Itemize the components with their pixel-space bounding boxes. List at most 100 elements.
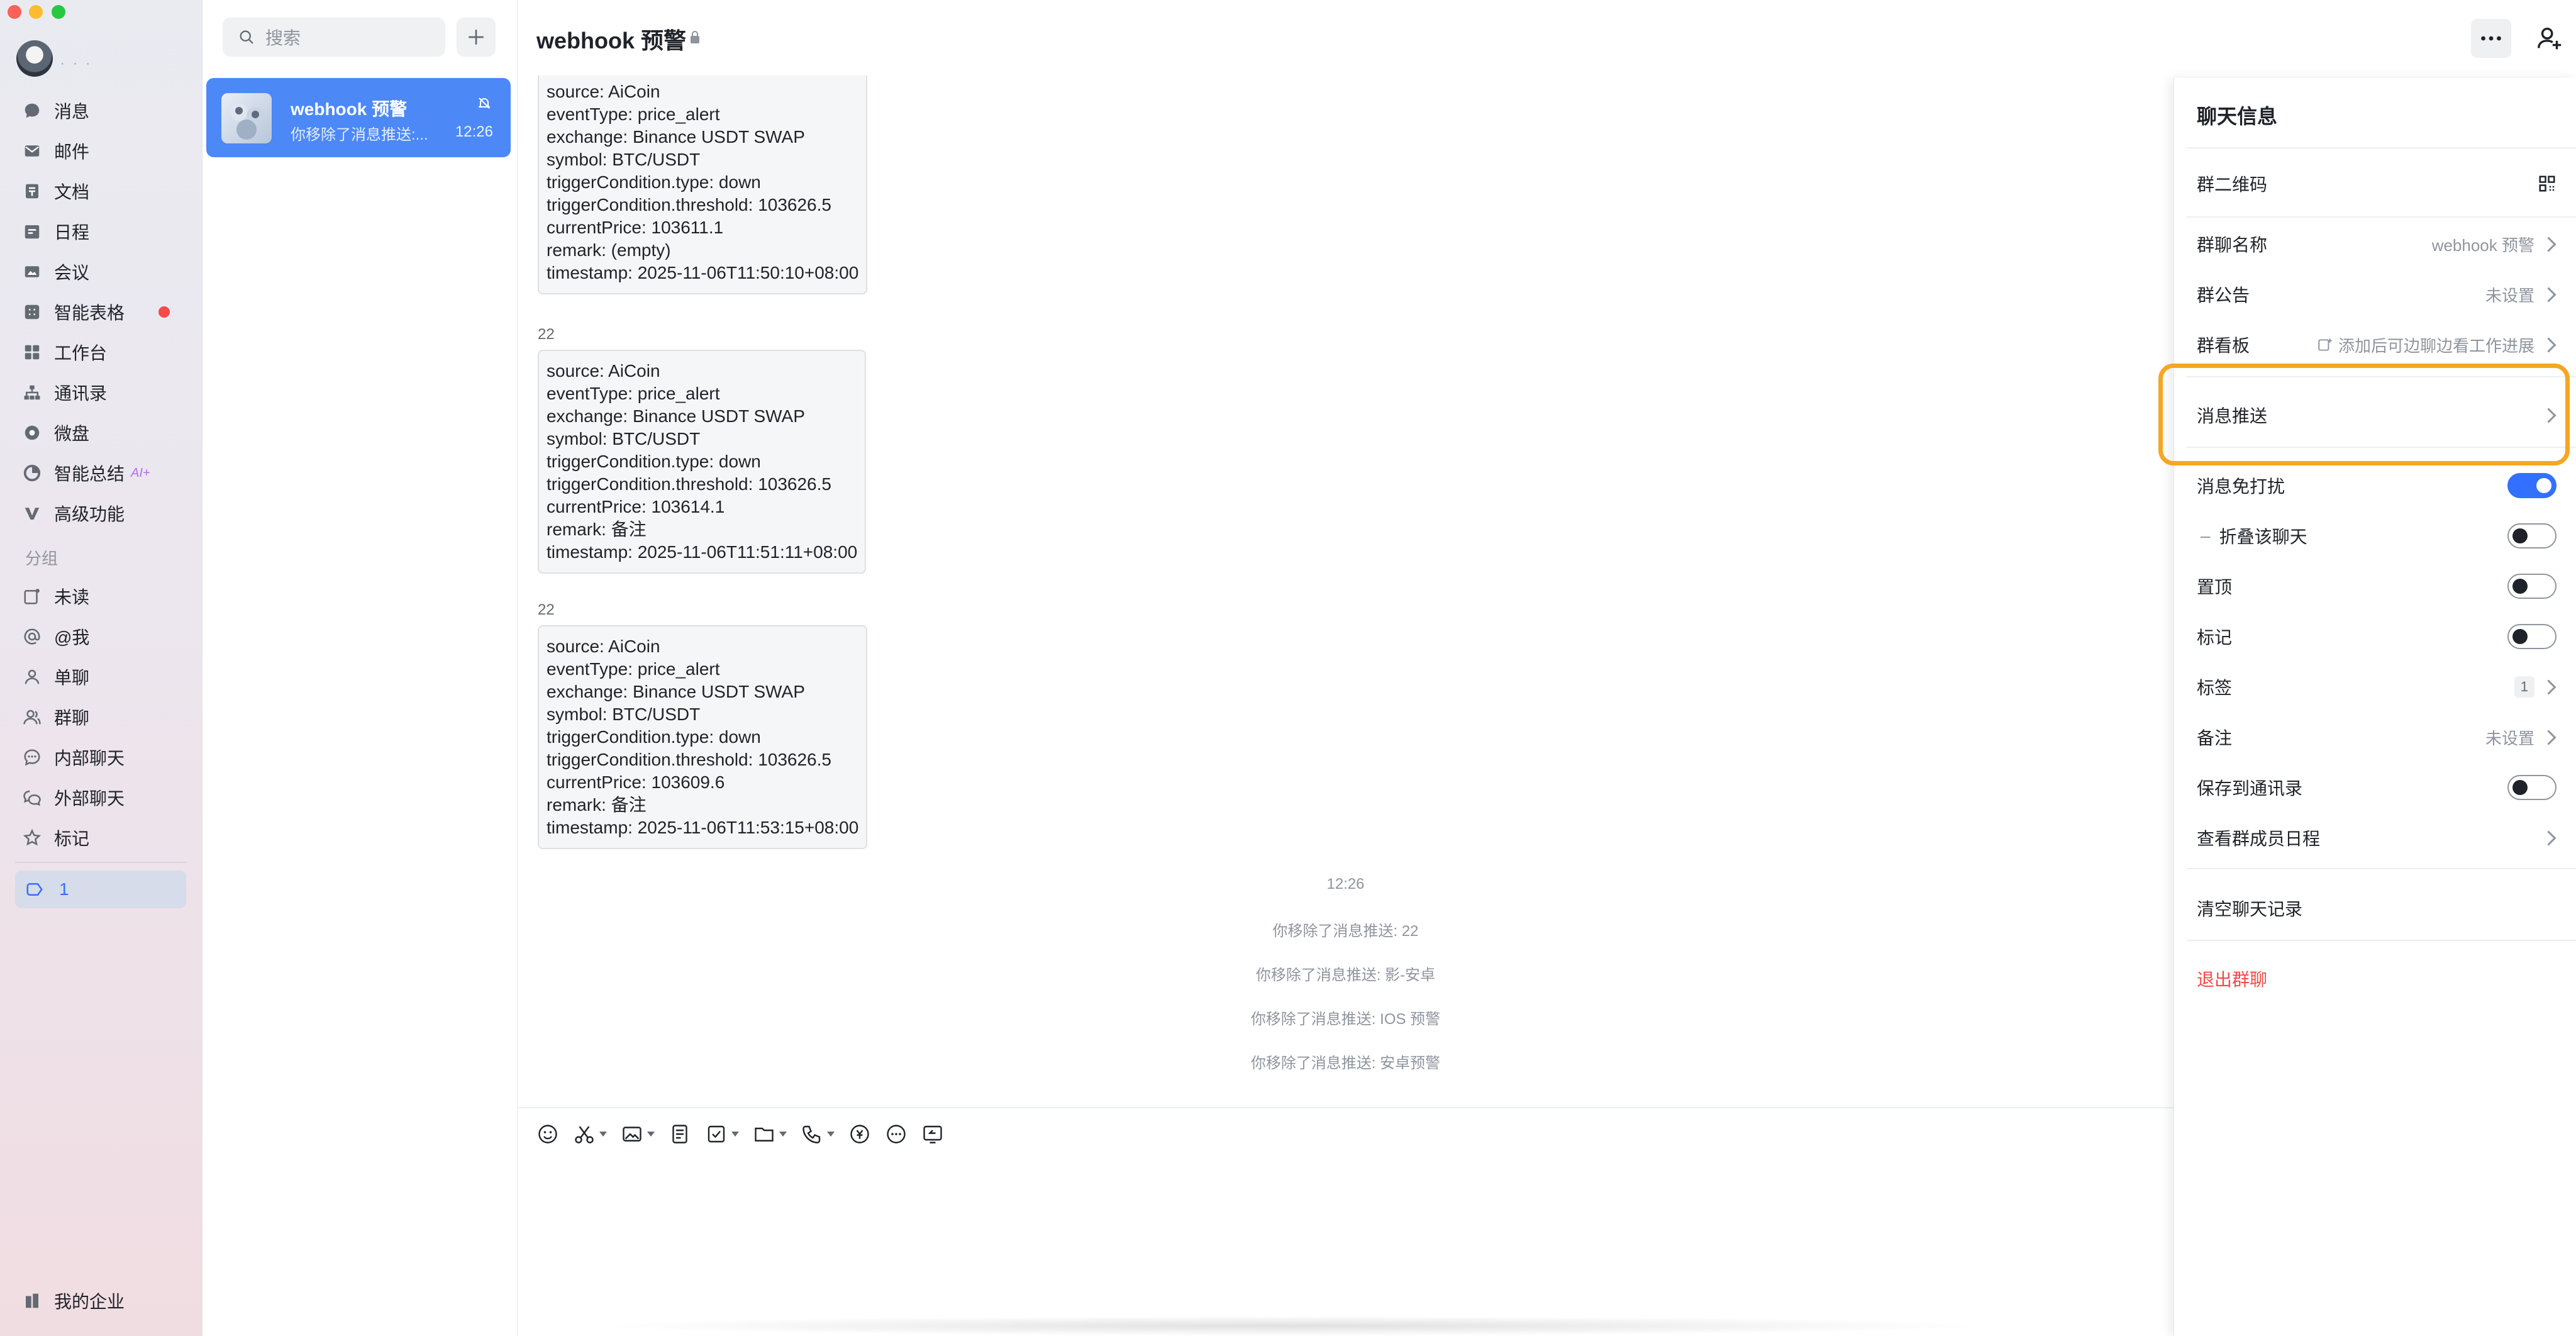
do-not-disturb-toggle[interactable] <box>2507 473 2557 498</box>
conversation-item[interactable]: webhook 预警 你移除了消息推送:... 12:26 <box>206 78 511 157</box>
row-label: 消息推送 <box>2197 406 2268 426</box>
group-board-value: 添加后可边聊边看工作进展 <box>2338 336 2534 355</box>
screen-share-icon <box>923 1125 942 1144</box>
group-notice-row[interactable]: 群公告 未设置 <box>2197 276 2557 313</box>
rail-group-marked[interactable]: 标记 <box>23 820 89 855</box>
rail-item-drive[interactable]: 微盘 <box>23 415 89 450</box>
mail-icon <box>23 142 42 160</box>
window-close-button[interactable] <box>8 5 21 19</box>
message-bubble[interactable]: source: AiCoin eventType: price_alert ex… <box>538 625 868 849</box>
rail-item-meeting[interactable]: 会议 <box>23 254 89 289</box>
rail-group-external[interactable]: 外部聊天 <box>23 780 125 815</box>
left-nav-rail: · · · 消息 邮件 文档 日程 会议 智能表格 工作台 通讯录 微盘 智能总… <box>0 0 203 1336</box>
image-button[interactable] <box>621 1123 655 1145</box>
more-options-button[interactable] <box>2471 19 2511 58</box>
pin-toggle[interactable] <box>2507 574 2557 599</box>
row-label: 标签 <box>2197 678 2233 698</box>
coin-icon <box>850 1125 869 1144</box>
add-member-icon[interactable] <box>2535 24 2564 53</box>
message-bubble[interactable]: source: AiCoin eventType: price_alert ex… <box>538 350 867 574</box>
tag-row[interactable]: 标签 1 <box>2197 668 2557 706</box>
divider <box>2187 216 2576 218</box>
group-avatar <box>221 93 272 143</box>
rail-item-mail[interactable]: 邮件 <box>23 133 89 169</box>
row-label: 群公告 <box>2197 286 2250 305</box>
fold-chat-row: – 折叠该聊天 <box>2197 517 2557 555</box>
clear-history-row[interactable]: 清空聊天记录 <box>2197 889 2557 927</box>
chevron-right-icon <box>2541 679 2557 695</box>
phone-icon <box>802 1125 821 1144</box>
message-push-row[interactable]: 消息推送 <box>2197 396 2557 434</box>
message-line: timestamp: 2025-11-06T11:50:10+08:00 <box>547 263 859 282</box>
message-line: triggerCondition.type: down <box>547 452 761 471</box>
rail-item-calendar[interactable]: 日程 <box>23 214 89 249</box>
image-icon <box>623 1127 641 1142</box>
fold-chat-toggle[interactable] <box>2507 523 2557 548</box>
message-list[interactable]: source: AiCoin eventType: price_alert ex… <box>518 75 2174 1107</box>
screenshot-button[interactable] <box>573 1123 607 1145</box>
rail-item-smart-table[interactable]: 智能表格 <box>23 294 186 330</box>
save-contacts-toggle[interactable] <box>2507 775 2557 800</box>
rail-tag-item-selected[interactable]: 1 <box>15 871 186 908</box>
red-packet-button[interactable] <box>848 1123 871 1145</box>
rail-item-label: 文档 <box>54 182 90 202</box>
emoji-button[interactable] <box>536 1123 559 1145</box>
tag-icon <box>25 880 44 899</box>
composer-toolbar <box>536 1118 958 1150</box>
rail-group-mentions[interactable]: @我 <box>23 619 89 654</box>
group-name-value: webhook 预警 <box>2431 235 2534 255</box>
group-name-row[interactable]: 群聊名称 webhook 预警 <box>2197 225 2557 263</box>
member-schedule-row[interactable]: 查看群成员日程 <box>2197 819 2557 857</box>
doc-button[interactable] <box>669 1123 691 1145</box>
divider <box>2187 147 2576 148</box>
message-line: source: AiCoin <box>547 361 660 381</box>
window-minimize-button[interactable] <box>29 5 43 19</box>
rail-group-internal[interactable]: 内部聊天 <box>23 740 125 775</box>
rail-group-groups[interactable]: 群聊 <box>23 699 89 735</box>
window-zoom-button[interactable] <box>52 5 65 19</box>
remark-row[interactable]: 备注 未设置 <box>2197 718 2557 756</box>
row-label: 备注 <box>2197 728 2233 748</box>
scissors-icon <box>575 1126 594 1144</box>
chevron-down-icon <box>827 1132 835 1137</box>
group-qr-code-row[interactable]: 群二维码 <box>2197 165 2557 203</box>
rail-item-contacts[interactable]: 通讯录 <box>23 375 107 410</box>
rail-item-workbench[interactable]: 工作台 <box>23 335 107 370</box>
chevron-down-icon <box>731 1132 739 1137</box>
rail-item-smart-summary[interactable]: 智能总结 AI+ <box>23 455 150 491</box>
rail-item-label: 邮件 <box>54 142 90 162</box>
rail-item-advanced[interactable]: 高级功能 <box>23 496 125 531</box>
exit-group-row[interactable]: 退出群聊 <box>2197 960 2557 998</box>
summary-icon <box>23 464 42 482</box>
rail-item-docs[interactable]: 文档 <box>23 174 89 209</box>
qr-code-icon <box>2538 174 2557 193</box>
rail-item-label: 高级功能 <box>54 504 125 524</box>
user-avatar[interactable] <box>16 40 53 77</box>
rail-group-single[interactable]: 单聊 <box>23 659 89 694</box>
search-input[interactable]: 搜索 <box>223 18 445 57</box>
rail-group-label: 标记 <box>54 829 90 849</box>
chevron-right-icon <box>2541 830 2557 846</box>
search-icon <box>240 30 253 44</box>
search-placeholder: 搜索 <box>265 28 301 48</box>
contacts-icon <box>23 383 42 402</box>
screen-share-button[interactable] <box>921 1123 944 1145</box>
create-button[interactable] <box>457 18 496 57</box>
message-bubble[interactable]: source: AiCoin eventType: price_alert ex… <box>538 75 868 294</box>
row-label: 保存到通讯录 <box>2197 779 2303 798</box>
rail-item-enterprise[interactable]: 我的企业 <box>23 1283 125 1318</box>
tag-count-badge: 1 <box>2514 676 2534 698</box>
conversation-list: 搜索 webhook 预警 你移除了消息推送:... 12:26 <box>203 0 518 1336</box>
call-button[interactable] <box>801 1123 835 1145</box>
group-board-row[interactable]: 群看板 添加后可边聊边看工作进展 <box>2197 326 2557 364</box>
system-message: 你移除了消息推送: 影-安卓 <box>1255 967 1436 984</box>
todo-button[interactable] <box>705 1123 739 1145</box>
message-line: triggerCondition.threshold: 103626.5 <box>547 474 831 494</box>
more-tools-button[interactable] <box>885 1123 908 1145</box>
rail-item-messages[interactable]: 消息 <box>23 93 89 128</box>
emoji-icon <box>538 1125 557 1144</box>
rail-group-unread[interactable]: 未读 <box>23 579 89 614</box>
mark-toggle[interactable] <box>2507 624 2557 649</box>
message-line: currentPrice: 103614.1 <box>547 497 725 516</box>
file-button[interactable] <box>753 1123 787 1145</box>
